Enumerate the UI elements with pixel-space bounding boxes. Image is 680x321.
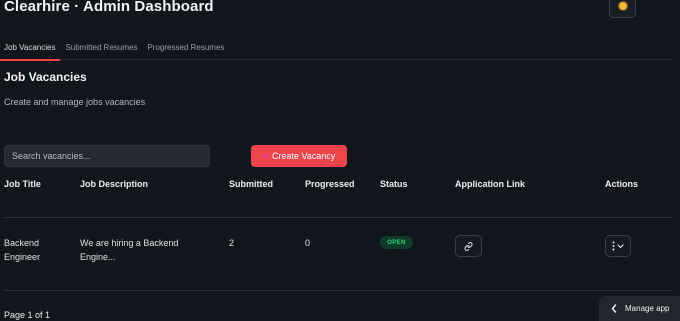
job-description-line: We are hiring a Backend <box>80 238 179 248</box>
page-title: Clearhire · Admin Dashboard <box>4 0 214 15</box>
row-divider <box>4 290 672 291</box>
cell-job-title: Backend Engineer <box>4 236 40 264</box>
theme-toggle-button[interactable] <box>609 0 636 18</box>
column-header-job-description[interactable]: Job Description <box>80 179 148 189</box>
status-badge: OPEN <box>380 236 413 249</box>
column-header-application-link[interactable]: Application Link <box>455 179 525 189</box>
job-title-line: Backend <box>4 238 40 248</box>
create-vacancy-label: Create Vacancy <box>271 151 336 161</box>
tab-submitted-resumes[interactable]: Submitted Resumes <box>65 39 137 60</box>
column-header-actions[interactable]: Actions <box>605 179 638 189</box>
chevron-left-icon <box>611 304 617 313</box>
row-actions-button[interactable] <box>605 235 631 257</box>
more-vertical-icon <box>612 241 615 251</box>
pagination-label: Page 1 of 1 <box>4 310 51 320</box>
tab-job-vacancies[interactable]: Job Vacancies <box>0 39 61 61</box>
column-header-submitted[interactable]: Submitted <box>229 179 273 189</box>
manage-app-button[interactable]: Manage app <box>599 296 680 321</box>
section-title: Job Vacancies <box>4 70 87 84</box>
column-header-progressed[interactable]: Progressed <box>305 179 355 189</box>
tab-progressed-resumes[interactable]: Progressed Resumes <box>147 39 224 60</box>
sun-icon <box>618 2 627 10</box>
column-header-status[interactable]: Status <box>380 179 408 189</box>
column-header-job-title[interactable]: Job Title <box>4 179 41 189</box>
link-icon <box>464 241 473 251</box>
section-subtitle: Create and manage jobs vacancies <box>4 97 146 107</box>
chevron-down-icon <box>617 243 624 248</box>
create-vacancy-button[interactable]: + Create Vacancy <box>251 145 347 167</box>
cell-progressed-count: 0 <box>305 238 311 248</box>
job-description-line: Engine... <box>80 252 116 262</box>
row-divider <box>4 217 672 218</box>
manage-app-label: Manage app <box>625 304 670 313</box>
cell-job-description: We are hiring a Backend Engine... <box>80 236 178 264</box>
search-input[interactable] <box>4 145 210 167</box>
job-title-line: Engineer <box>4 252 41 262</box>
copy-application-link-button[interactable] <box>455 235 482 257</box>
cell-submitted-count: 2 <box>229 238 235 248</box>
plus-icon: + <box>262 151 268 161</box>
tab-bar: Job Vacancies Submitted Resumes Progress… <box>0 39 672 61</box>
